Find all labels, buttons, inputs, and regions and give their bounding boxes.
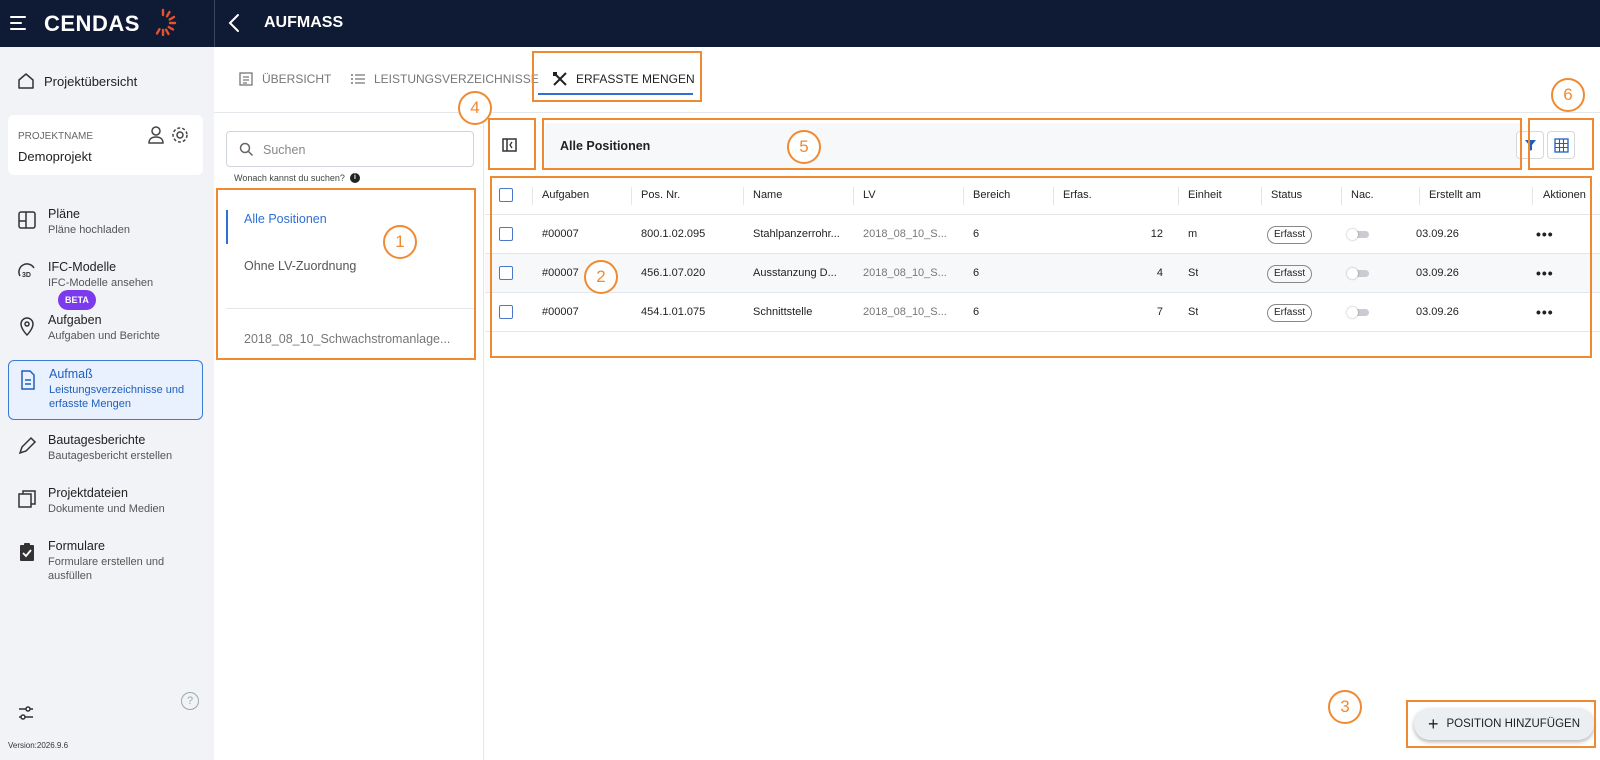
annotation-marker-2: 2 [584, 260, 618, 294]
nav-title: Bautagesberichte [48, 433, 146, 447]
nav-subtitle: Pläne hochladen [48, 224, 130, 236]
nav-subtitle: Dokumente und Medien [48, 503, 165, 515]
search-input[interactable]: Suchen [226, 131, 474, 167]
nav-subtitle: IFC-Modelle ansehenBETA [48, 276, 195, 310]
sidebar-item-tasks[interactable]: Aufgaben Aufgaben und Berichte [8, 307, 203, 349]
nav-title: Aufgaben [48, 313, 102, 327]
tab-label: ÜBERSICHT [262, 72, 332, 86]
nav-title: IFC-Modelle [48, 260, 117, 274]
annotation-marker-5: 5 [787, 130, 821, 164]
help-icon[interactable]: ? [181, 692, 199, 710]
annotation-box-2 [490, 176, 1592, 358]
nav-subtitle: Bautagesbericht erstellen [48, 450, 173, 462]
user-icon[interactable] [146, 125, 166, 145]
project-name: Demoprojekt [18, 149, 92, 164]
back-arrow-icon[interactable] [224, 12, 246, 34]
version-label: Version:2026.9.6 [8, 741, 69, 750]
plans-icon [18, 211, 36, 229]
menu-icon[interactable] [8, 12, 30, 34]
sidebar-item-plans[interactable]: Pläne Pläne hochladen [8, 201, 203, 243]
settings-sliders-icon[interactable] [16, 703, 36, 723]
sidebar-item-project-files[interactable]: Projektdateien Dokumente und Medien [8, 480, 203, 522]
annotation-box-5 [542, 118, 1522, 170]
pin-icon [20, 317, 34, 337]
info-icon[interactable]: i [349, 173, 360, 183]
svg-text:3D: 3D [22, 272, 31, 279]
sidebar-item-daily-reports[interactable]: Bautagesberichte Bautagesbericht erstelle… [8, 427, 203, 469]
nav-title: Projektdateien [48, 486, 128, 500]
nav-title: Aufmaß [49, 367, 93, 381]
top-bar: CENDAS AUFMASS [0, 0, 1600, 47]
tab-service-directories[interactable]: LEISTUNGSVERZEICHNISSE [350, 71, 539, 87]
search-placeholder: Suchen [263, 143, 306, 157]
annotation-box-tab [532, 51, 702, 102]
annotation-marker-3: 3 [1328, 690, 1362, 724]
annotation-marker-4: 4 [458, 91, 492, 125]
sidebar-item-project-overview[interactable]: Projektübersicht [16, 71, 137, 91]
tab-overview[interactable]: ÜBERSICHT [238, 71, 331, 87]
document-icon [21, 370, 35, 390]
files-icon [18, 490, 36, 508]
annotation-box-3 [1406, 700, 1596, 748]
annotation-box-4 [488, 118, 536, 170]
sidebar: Projektübersicht PROJEKTNAME Demoprojekt… [0, 47, 214, 760]
nav-subtitle: Leistungsverzeichnisse und erfasste Meng… [49, 384, 185, 410]
header-divider [214, 0, 215, 47]
logo-mark-icon [155, 8, 177, 36]
sidebar-item-label: Projektübersicht [44, 73, 138, 89]
annotation-marker-1: 1 [383, 225, 417, 259]
project-label: PROJEKTNAME [18, 131, 94, 142]
search-hint: Wonach kannst du suchen? i [234, 173, 360, 183]
tab-bar: ÜBERSICHT LEISTUNGSVERZEICHNISSE ERFASST… [214, 47, 1600, 113]
nav-title: Formulare [48, 539, 105, 553]
annotation-marker-6: 6 [1551, 78, 1585, 112]
nav-title: Pläne [48, 207, 80, 221]
list-icon [351, 74, 365, 84]
3d-icon: 3D [18, 263, 35, 279]
project-card: PROJEKTNAME Demoprojekt [8, 115, 203, 175]
nav-subtitle: Formulare erstellen und ausfüllen [48, 556, 165, 582]
search-icon [239, 142, 254, 157]
clipboard-icon [20, 543, 34, 561]
annotation-box-1 [216, 188, 476, 360]
sidebar-item-aufmass[interactable]: Aufmaß Leistungsverzeichnisse und erfasst… [8, 360, 203, 420]
app-logo[interactable]: CENDAS [44, 11, 140, 37]
annotation-box-6 [1528, 118, 1594, 170]
pencil-icon [18, 436, 37, 455]
page-title: AUFMASS [264, 14, 344, 31]
nav-subtitle: Aufgaben und Berichte [48, 330, 160, 342]
tab-label: LEISTUNGSVERZEICHNISSE [374, 72, 539, 86]
gear-icon[interactable] [170, 125, 190, 145]
home-icon [18, 73, 34, 89]
overview-icon [239, 72, 253, 86]
sidebar-item-forms[interactable]: Formulare Formulare erstellen und ausfüll… [8, 533, 203, 589]
